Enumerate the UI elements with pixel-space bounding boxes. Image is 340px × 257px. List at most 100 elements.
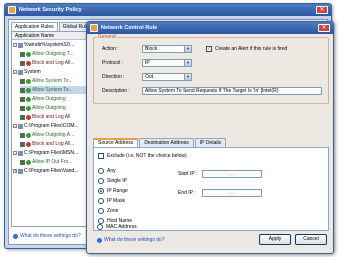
start-ip-input[interactable]: . . . — [202, 170, 262, 178]
direction-label: Direction : — [102, 74, 125, 80]
end-ip-label: End IP : — [178, 190, 196, 196]
tree-row[interactable]: Block and Log All... — [20, 59, 75, 67]
tree-row[interactable]: - %windir%\system32\... — [13, 41, 74, 49]
collapse-icon[interactable]: - — [13, 43, 17, 47]
protocol-value: IP — [145, 60, 150, 66]
tree-row[interactable]: - C:\Program Files\COM... — [13, 122, 79, 130]
tab-ip-details[interactable]: IP Details — [194, 138, 227, 147]
tree-column-header: Application Name — [12, 32, 96, 40]
rule-checkbox[interactable] — [20, 114, 25, 120]
collapse-icon[interactable]: - — [13, 151, 17, 155]
dialog-close-button[interactable]: ✕ — [318, 24, 330, 32]
back-close-button[interactable]: ✕ — [316, 6, 328, 14]
collapse-icon[interactable]: - — [13, 70, 17, 74]
address-tabs: Source Address Destination Address IP De… — [93, 138, 227, 148]
network-control-rule-dialog: Network Control Rule ✕ General Action : … — [86, 21, 334, 254]
back-window-title: Network Security Policy — [19, 7, 82, 13]
cancel-button[interactable]: Cancel — [295, 234, 327, 245]
apply-button[interactable]: Apply — [259, 234, 291, 245]
allow-rule-icon — [26, 96, 31, 102]
rule-checkbox[interactable] — [20, 141, 25, 147]
radio-mac-address[interactable] — [97, 224, 103, 230]
action-select[interactable]: Block ▼ — [142, 45, 192, 53]
chevron-down-icon[interactable]: ▼ — [184, 74, 191, 80]
source-address-panel: Exclude (i.e. NOT the choice below) Any … — [93, 147, 329, 231]
rule-checkbox[interactable] — [20, 87, 25, 93]
back-tabs: Application Rules Global Rules — [11, 22, 96, 32]
allow-rule-icon — [26, 132, 31, 138]
application-icon — [18, 150, 23, 156]
dialog-help-link-text[interactable]: What do these settings do? — [104, 237, 165, 243]
block-rule-icon — [26, 114, 31, 120]
application-rules-tree[interactable]: Application Name - %windir%\system32\...… — [11, 31, 97, 227]
rule-checkbox[interactable] — [20, 78, 25, 84]
radio-any[interactable] — [98, 168, 104, 174]
option-ip-range-label: IP Range — [107, 188, 128, 194]
tree-row[interactable]: Allow System To... — [20, 77, 73, 85]
tree-row[interactable]: Allow IP Out Fro... — [20, 158, 72, 166]
tree-row-label: C:\Program Files\MSN... — [24, 150, 79, 156]
back-help-link-text[interactable]: What do these settings do? — [20, 233, 81, 239]
collapse-icon[interactable]: - — [13, 124, 17, 128]
back-help-link[interactable]: What do these settings do? — [13, 233, 81, 239]
rule-checkbox[interactable] — [20, 159, 25, 165]
exclude-checkbox[interactable] — [98, 153, 104, 159]
tree-row-label: Block and Log All — [32, 114, 71, 120]
general-group: General Action : Block ▼ Protocol : IP ▼… — [93, 34, 329, 104]
application-icon — [18, 123, 23, 129]
tree-row[interactable]: Allow Outgoing A... — [20, 131, 74, 139]
protocol-select[interactable]: IP ▼ — [142, 59, 192, 67]
option-any-label: Any — [107, 168, 116, 174]
allow-rule-icon — [26, 87, 31, 93]
allow-rule-icon — [26, 159, 31, 165]
rule-checkbox[interactable] — [20, 132, 25, 138]
tree-row[interactable]: Allow Outgoing — [20, 95, 66, 103]
rule-checkbox[interactable] — [20, 105, 25, 111]
option-zone-label: Zone — [107, 208, 119, 214]
tree-row[interactable]: - System — [13, 68, 41, 76]
end-ip-input[interactable]: . . . — [202, 189, 262, 197]
tree-row-label: Allow Outgoing T... — [32, 51, 74, 57]
tree-row[interactable]: Block and Log All... — [20, 140, 75, 148]
create-alert-label: Create an Alert if this rule is fired — [215, 46, 288, 52]
tree-row[interactable]: Allow Outgoing T... — [20, 50, 74, 58]
radio-zone[interactable] — [98, 208, 104, 214]
option-mac-address-label: MAC Address — [106, 224, 137, 230]
radio-single-ip[interactable] — [98, 178, 104, 184]
expand-icon[interactable]: + — [13, 169, 17, 173]
tree-row[interactable]: + C:\Program Files\Vand... — [13, 167, 78, 175]
radio-ip-range[interactable] — [98, 188, 104, 194]
block-rule-icon — [26, 60, 31, 66]
tree-row[interactable]: Allow Outgoing — [20, 104, 66, 112]
tree-row-label: Block and Log All... — [32, 141, 75, 147]
rule-checkbox[interactable] — [20, 60, 25, 66]
tree-row[interactable]: - C:\Program Files\MSN... — [13, 149, 78, 157]
app-shield-icon — [8, 6, 16, 14]
application-icon — [18, 168, 23, 174]
rule-checkbox[interactable] — [20, 51, 25, 57]
dialog-titlebar: Network Control Rule ✕ — [87, 22, 333, 34]
description-input[interactable]: Allow System To Send Requests If The Tar… — [142, 87, 322, 95]
chevron-down-icon[interactable]: ▼ — [184, 60, 191, 66]
option-ip-mask-label: IP Mask — [107, 198, 125, 204]
dialog-title: Network Control Rule — [101, 25, 158, 31]
dialog-help-link[interactable]: What do these settings do? — [97, 237, 165, 243]
application-icon — [18, 42, 23, 48]
allow-rule-icon — [26, 105, 31, 111]
action-label: Action : — [102, 46, 119, 52]
tree-row[interactable]: Block and Log All — [20, 113, 70, 121]
radio-ip-mask[interactable] — [98, 198, 104, 204]
tree-row-label: Allow IP Out Fro... — [32, 159, 73, 165]
allow-rule-icon — [26, 51, 31, 57]
description-label: Description : — [102, 88, 130, 94]
chevron-down-icon[interactable]: ▼ — [184, 46, 191, 52]
start-ip-label: Start IP : — [178, 171, 198, 177]
tree-row-selected[interactable]: Allow System To... — [20, 86, 96, 94]
create-alert-checkbox[interactable]: ✓ — [206, 46, 212, 52]
general-legend: General — [97, 34, 117, 40]
help-icon — [97, 237, 102, 243]
rule-checkbox[interactable] — [20, 96, 25, 102]
tab-destination-address[interactable]: Destination Address — [139, 138, 194, 147]
direction-select[interactable]: Out ▼ — [142, 73, 192, 81]
tree-row-label: Allow Outgoing A... — [32, 132, 75, 138]
